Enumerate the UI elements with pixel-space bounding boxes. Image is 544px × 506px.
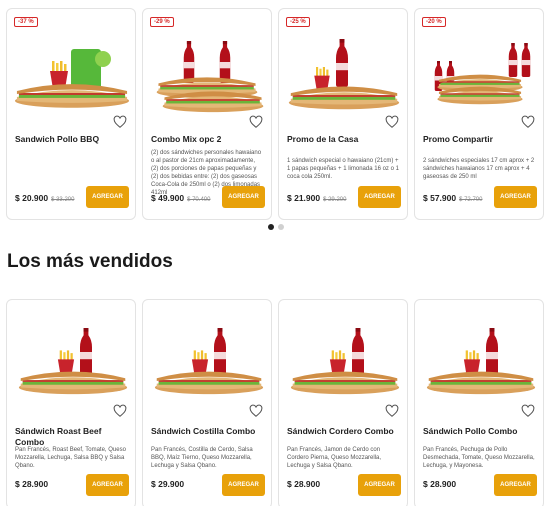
favorite-heart-icon[interactable]: [521, 404, 535, 418]
product-image[interactable]: [283, 320, 405, 400]
carousel-dot-2[interactable]: [278, 224, 284, 230]
add-to-cart-button[interactable]: AGREGAR: [494, 186, 537, 208]
product-name[interactable]: Sándwich Pollo Combo: [423, 426, 537, 437]
product-image[interactable]: [419, 27, 541, 119]
product-description: Pan Francés, Roast Beef, Tomate, Queso M…: [15, 447, 126, 469]
favorite-heart-icon[interactable]: [113, 115, 127, 129]
current-price: $ 20.900: [15, 193, 49, 203]
old-price: $ 29.200: [323, 197, 347, 203]
old-price: $ 33.200: [51, 197, 75, 203]
favorite-heart-icon[interactable]: [113, 404, 127, 418]
product-card-best-2[interactable]: Sándwich Costilla Combo Pan Francés, Cos…: [142, 299, 272, 506]
product-price: $ 29.900: [151, 479, 185, 489]
product-price: $ 20.900 $ 33.200: [15, 193, 74, 203]
discount-badge: -37 %: [14, 17, 38, 27]
product-card-best-1[interactable]: Sándwich Roast Beef Combo Pan Francés, R…: [6, 299, 136, 506]
product-name[interactable]: Sandwich Pollo BBQ: [15, 134, 129, 145]
discount-badge: -20 %: [422, 17, 446, 27]
product-image[interactable]: [419, 320, 541, 400]
add-to-cart-button[interactable]: AGREGAR: [222, 186, 265, 208]
product-image[interactable]: [147, 27, 269, 119]
favorite-heart-icon[interactable]: [249, 404, 263, 418]
add-to-cart-button[interactable]: AGREGAR: [86, 474, 129, 496]
product-description: Pan Francés, Jamon de Cerdo con Cordero …: [287, 447, 382, 469]
add-to-cart-button[interactable]: AGREGAR: [86, 186, 129, 208]
product-price: $ 57.900 $ 72.700: [423, 193, 482, 203]
old-price: $ 72.700: [459, 197, 483, 203]
favorite-heart-icon[interactable]: [385, 404, 399, 418]
product-image[interactable]: [283, 27, 405, 119]
discount-badge: -25 %: [286, 17, 310, 27]
product-price: $ 49.900 $ 70.400: [151, 193, 210, 203]
add-to-cart-button[interactable]: AGREGAR: [358, 474, 401, 496]
product-name[interactable]: Promo Compartir: [423, 134, 537, 145]
product-price: $ 28.900: [287, 479, 321, 489]
current-price: $ 57.900: [423, 193, 457, 203]
product-price: $ 28.900: [15, 479, 49, 489]
product-image[interactable]: [147, 320, 269, 400]
old-price: $ 70.400: [187, 197, 211, 203]
product-name[interactable]: Sándwich Cordero Combo: [287, 426, 401, 437]
product-card-best-4[interactable]: Sándwich Pollo Combo Pan Francés, Pechug…: [414, 299, 544, 506]
current-price: $ 21.900: [287, 193, 321, 203]
add-to-cart-button[interactable]: AGREGAR: [358, 186, 401, 208]
product-card-promo-2[interactable]: -29 % Combo Mix opc 2 (2) dos sándwiches…: [142, 8, 272, 220]
product-card-promo-3[interactable]: -25 % Promo de la Casa 1 sándwich especi…: [278, 8, 408, 220]
product-name[interactable]: Promo de la Casa: [287, 134, 401, 145]
product-name[interactable]: Sándwich Costilla Combo: [151, 426, 265, 437]
product-image[interactable]: [11, 27, 133, 119]
product-name[interactable]: Combo Mix opc 2: [151, 134, 265, 145]
product-card-promo-4[interactable]: -20 % Promo Compartir 2 sándwiches espec…: [414, 8, 544, 220]
discount-badge: -29 %: [150, 17, 174, 27]
product-card-promo-1[interactable]: -37 % Sandwich Pollo BBQ $ 20.900 $ 33.20…: [6, 8, 136, 220]
carousel-dot-1[interactable]: [268, 224, 274, 230]
favorite-heart-icon[interactable]: [521, 115, 535, 129]
add-to-cart-button[interactable]: AGREGAR: [222, 474, 265, 496]
product-card-best-3[interactable]: Sándwich Cordero Combo Pan Francés, Jamo…: [278, 299, 408, 506]
product-description: Pan Francés, Pechuga de Pollo Desmechada…: [423, 447, 535, 469]
product-description: Pan Francés, Costilla de Cerdo, Salsa BB…: [151, 447, 253, 469]
section-title: Los más vendidos: [7, 251, 173, 272]
product-name[interactable]: Sándwich Roast Beef Combo: [15, 426, 129, 448]
product-description: 2 sándwiches especiales 17 cm aprox + 2 …: [423, 158, 535, 180]
carousel-pagination: [268, 224, 284, 230]
current-price: $ 49.900: [151, 193, 185, 203]
product-price: $ 21.900 $ 29.200: [287, 193, 346, 203]
product-description: 1 sándwich especial o hawaiano (21cm) + …: [287, 158, 399, 180]
favorite-heart-icon[interactable]: [249, 115, 263, 129]
add-to-cart-button[interactable]: AGREGAR: [494, 474, 537, 496]
product-price: $ 28.900: [423, 479, 457, 489]
product-image[interactable]: [11, 320, 133, 400]
favorite-heart-icon[interactable]: [385, 115, 399, 129]
